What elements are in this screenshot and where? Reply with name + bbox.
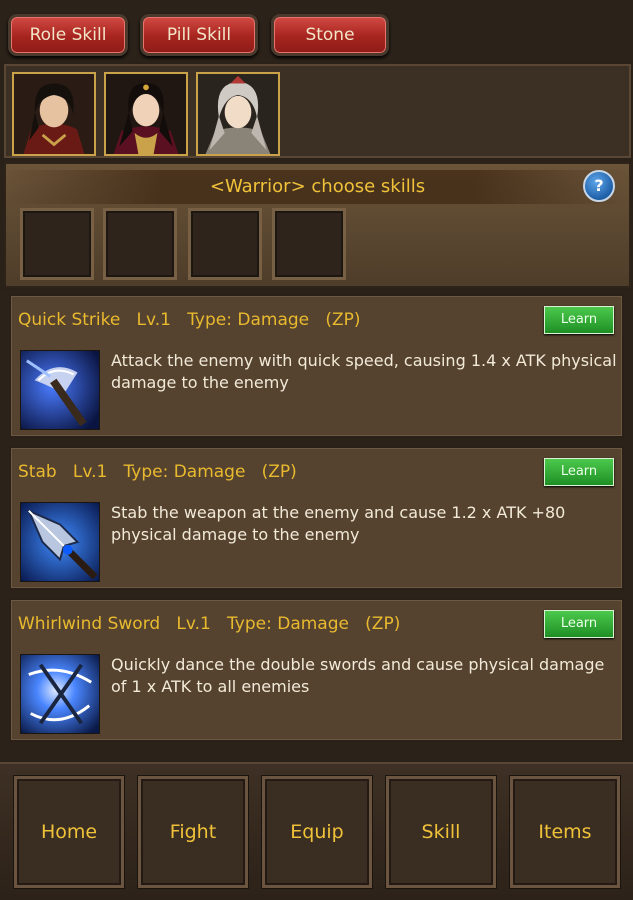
skill-card-stab: Stab Lv.1 Type: Damage (ZP) Learn Stab t…	[9, 446, 624, 590]
warrior-portrait[interactable]	[12, 72, 96, 156]
skill-slot-1[interactable]	[20, 208, 94, 280]
mage-portrait[interactable]	[104, 72, 188, 156]
learn-button[interactable]: Learn	[544, 306, 614, 334]
skill-description: Attack the enemy with quick speed, causi…	[111, 351, 617, 392]
nav-fight-button[interactable]: Fight	[138, 776, 248, 888]
tab-role-skill[interactable]: Role Skill	[8, 14, 128, 56]
nav-home-button[interactable]: Home	[14, 776, 124, 888]
learn-button[interactable]: Learn	[544, 610, 614, 638]
character-portrait-row	[4, 64, 631, 158]
skill-description: Stab the weapon at the enemy and cause 1…	[111, 503, 566, 544]
whirlwind-icon	[20, 654, 100, 734]
skill-card-quick-strike: Quick Strike Lv.1 Type: Damage (ZP) Lear…	[9, 294, 624, 438]
axe-icon	[20, 350, 100, 430]
skill-slot-2[interactable]	[103, 208, 177, 280]
warrior-portrait-image	[14, 74, 94, 154]
learn-button[interactable]: Learn	[544, 458, 614, 486]
skill-header: Quick Strike Lv.1 Type: Damage (ZP)	[18, 310, 361, 330]
choose-skills-title: <Warrior> choose skills	[6, 170, 629, 204]
priest-portrait-image	[198, 74, 278, 154]
nav-items-button[interactable]: Items	[510, 776, 620, 888]
skill-card-whirlwind-sword: Whirlwind Sword Lv.1 Type: Damage (ZP) L…	[9, 598, 624, 742]
skill-header: Whirlwind Sword Lv.1 Type: Damage (ZP)	[18, 614, 401, 634]
skill-description: Quickly dance the double swords and caus…	[111, 655, 605, 696]
help-icon[interactable]: ?	[583, 170, 615, 202]
nav-equip-button[interactable]: Equip	[262, 776, 372, 888]
top-tab-bar: Role Skill Pill Skill Stone	[0, 0, 633, 62]
skill-slot-4[interactable]	[272, 208, 346, 280]
skill-slot-3[interactable]	[188, 208, 262, 280]
mage-portrait-image	[106, 74, 186, 154]
bottom-nav: Home Fight Equip Skill Items	[0, 762, 633, 900]
spear-icon	[20, 502, 100, 582]
nav-skill-button[interactable]: Skill	[386, 776, 496, 888]
skill-header: Stab Lv.1 Type: Damage (ZP)	[18, 462, 297, 482]
tab-pill-skill[interactable]: Pill Skill	[140, 14, 258, 56]
tab-stone[interactable]: Stone	[271, 14, 389, 56]
skill-list: Quick Strike Lv.1 Type: Damage (ZP) Lear…	[0, 290, 633, 760]
priest-portrait[interactable]	[196, 72, 280, 156]
choose-skills-panel: <Warrior> choose skills ?	[4, 162, 631, 288]
